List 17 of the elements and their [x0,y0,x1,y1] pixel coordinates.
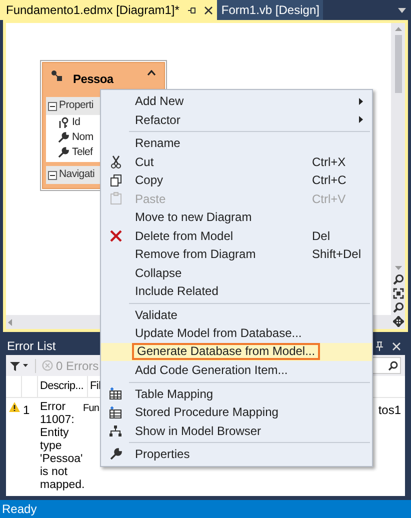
section-label: Properti [59,98,94,114]
error-description: Error 11007: Entity type 'Pessoa' is not mapped. [39,401,83,492]
shortcut-text: Ctrl+X [312,154,347,171]
row-index: 1 [23,402,31,419]
section-label: Navigati [59,167,95,182]
shortcut-text: Ctrl+V [312,190,347,208]
table-cell-text: tos1 [378,402,401,419]
property-label: Nom [72,130,94,145]
entity-name: Pessoa [73,71,115,88]
panel-title: Error List [7,338,56,355]
status-text: Ready [2,501,37,518]
shortcut-text: Shift+Del [312,246,362,264]
shortcut-text: Ctrl+C [312,172,348,190]
property-label: Id [72,114,80,130]
file-cell-text: Fun [83,402,100,416]
property-label: Telef [72,144,93,160]
shortcut-text: Del [312,228,332,245]
